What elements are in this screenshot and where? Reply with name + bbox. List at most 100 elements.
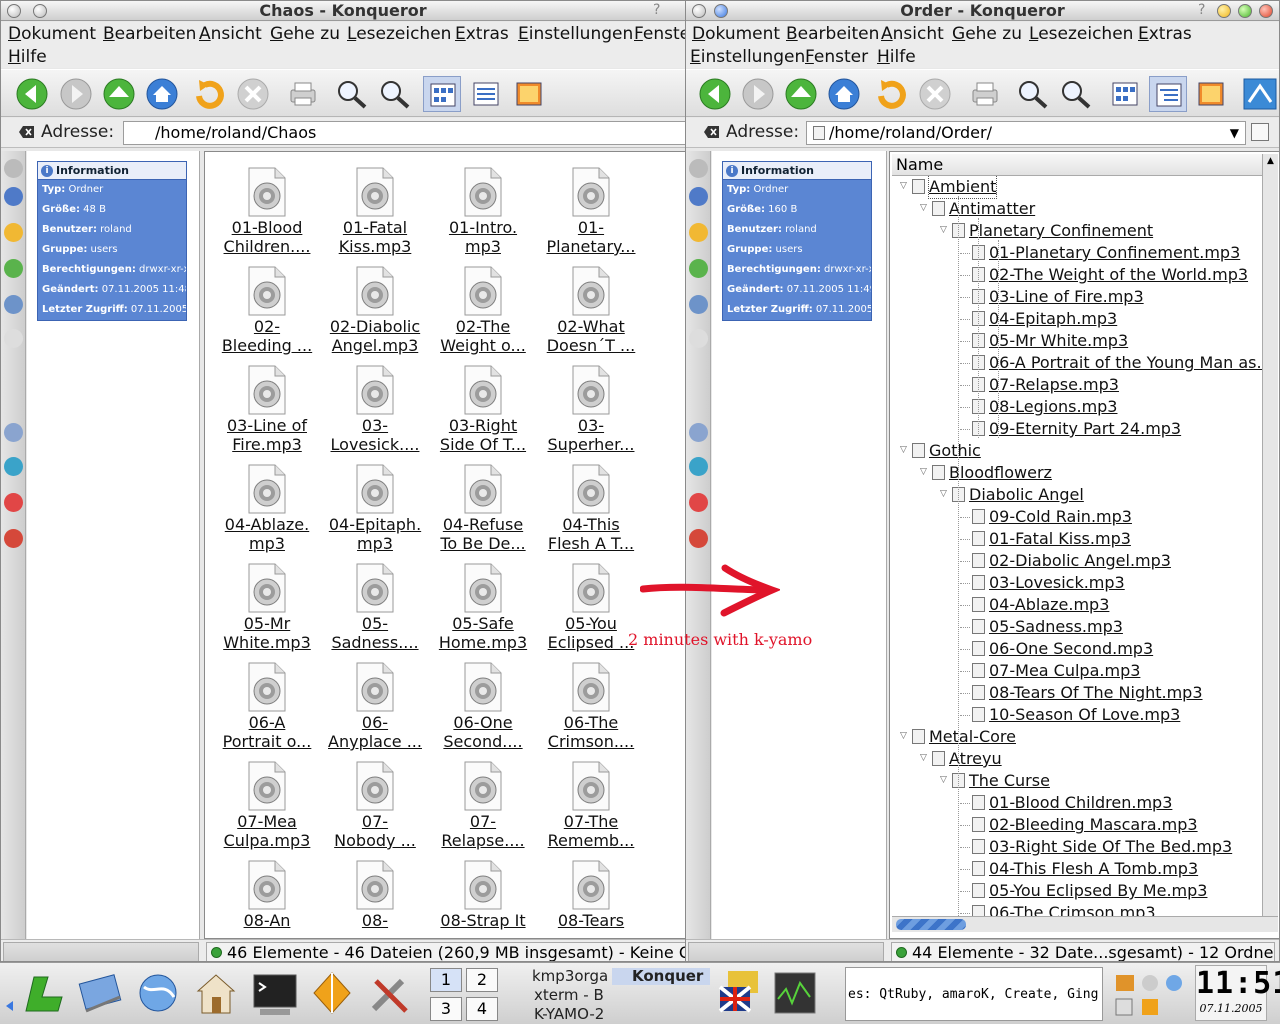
tree-expander-icon[interactable]: ▽ xyxy=(940,775,947,785)
home-tab-icon[interactable] xyxy=(4,329,23,348)
tree-file-row[interactable]: 08-Tears Of The Night.mp3 xyxy=(989,682,1203,704)
tree-file-row[interactable]: 02-The Weight of the World.mp3 xyxy=(989,264,1248,286)
file-icon-item[interactable]: 07- Relapse.... xyxy=(431,760,535,850)
settings-tab-icon[interactable] xyxy=(4,423,23,442)
home-tab-icon[interactable] xyxy=(689,329,708,348)
clear-location-icon[interactable] xyxy=(19,125,35,139)
terminal-icon[interactable] xyxy=(250,967,300,1019)
desktop-3[interactable]: 3 xyxy=(430,997,462,1021)
maximize-button[interactable] xyxy=(1238,4,1252,18)
file-icon-item[interactable]: 02-The Weight o... xyxy=(431,265,535,355)
file-icon-item[interactable]: 02-Diabolic Angel.mp3 xyxy=(323,265,427,355)
back-button[interactable] xyxy=(13,76,51,112)
tree-file-row[interactable]: 01-Fatal Kiss.mp3 xyxy=(989,528,1131,550)
menu-fenster[interactable]: Fenster xyxy=(805,46,868,69)
preview-view-button[interactable] xyxy=(510,76,548,112)
konqueror-browser-icon[interactable] xyxy=(134,967,184,1019)
tree-file-row[interactable]: 08-Legions.mp3 xyxy=(989,396,1117,418)
scroll-up-icon[interactable]: ▲ xyxy=(1265,156,1276,170)
task-xterm[interactable]: xterm - B xyxy=(510,987,608,1004)
settings-tab-icon[interactable] xyxy=(689,423,708,442)
config-tab-icon[interactable] xyxy=(4,159,23,178)
services-tab-icon[interactable] xyxy=(4,295,23,314)
file-icon-item[interactable]: 03-Right Side Of T... xyxy=(431,364,535,454)
print-button[interactable] xyxy=(284,76,322,112)
address-dropdown-icon[interactable]: ▼ xyxy=(1230,122,1239,144)
tree-file-row[interactable]: 06-The Crimson.mp3 xyxy=(989,902,1156,916)
menu-dokument[interactable]: Dokument xyxy=(692,23,780,46)
vertical-scrollbar[interactable]: ▲ xyxy=(1262,154,1278,916)
menu-extras[interactable]: Extras xyxy=(1138,23,1192,46)
tree-view[interactable]: Name Ambient ▽ Antimatter ▽ Planetary Confin… xyxy=(889,151,1279,939)
tree-file-row[interactable]: 10-Season Of Love.mp3 xyxy=(989,704,1180,726)
tree-expander-icon[interactable]: ▽ xyxy=(940,225,947,235)
bookmarks-tab-icon[interactable] xyxy=(689,223,708,242)
task-k-yamo[interactable]: K-YAMO-2 xyxy=(510,1006,608,1023)
column-header-name[interactable]: Name xyxy=(892,154,1262,176)
tree-file-row[interactable]: 04-Epitaph.mp3 xyxy=(989,308,1117,330)
file-icon-item[interactable]: 05- Sadness.... xyxy=(323,562,427,652)
horizontal-scrollbar[interactable] xyxy=(892,916,1278,932)
clear-location-icon[interactable] xyxy=(704,125,720,139)
menu-fenster[interactable]: Fenster xyxy=(634,23,685,46)
tree-folder-row[interactable]: The Curse xyxy=(969,770,1050,792)
go-button[interactable] xyxy=(1251,123,1269,141)
file-icon-item[interactable]: 06-The Crimson.... xyxy=(539,661,643,751)
tree-file-row[interactable]: 05-Sadness.mp3 xyxy=(989,616,1123,638)
konqueror-logo-button[interactable] xyxy=(1241,76,1279,112)
up-button[interactable] xyxy=(782,76,820,112)
file-icon-item[interactable]: 07-Mea Culpa.mp3 xyxy=(215,760,319,850)
file-icon-item[interactable]: 02-What Doesn´T ... xyxy=(539,265,643,355)
tree-expander-icon[interactable]: ▽ xyxy=(940,489,947,499)
minimize-button[interactable] xyxy=(1217,4,1231,18)
system-monitor-icon[interactable] xyxy=(772,969,818,1019)
media-tab-icon[interactable] xyxy=(4,493,23,512)
file-icon-item[interactable]: 03-Line of Fire.mp3 xyxy=(215,364,319,454)
menu-einstellungen[interactable]: Einstellungen xyxy=(518,23,633,46)
title-bar[interactable]: Order - Konqueror ? xyxy=(686,1,1279,21)
desktop-icon[interactable] xyxy=(76,967,126,1019)
tree-file-row[interactable]: 04-This Flesh A Tomb.mp3 xyxy=(989,858,1198,880)
detail-view-button[interactable] xyxy=(467,76,505,112)
file-icon-item[interactable]: 06- Anyplace ... xyxy=(323,661,427,751)
tree-folder-row[interactable]: Antimatter xyxy=(949,198,1035,220)
tree-folder-row[interactable]: Bloodflowerz xyxy=(949,462,1052,484)
history-tab-icon[interactable] xyxy=(4,187,23,206)
forward-button[interactable] xyxy=(57,76,95,112)
tree-file-row[interactable]: 06-One Second.mp3 xyxy=(989,638,1153,660)
menu-hilfe[interactable]: Hilfe xyxy=(8,46,47,69)
news-ticker[interactable]: es: QtRuby, amaroK, Create, Ging xyxy=(845,967,1103,1021)
network-tab-icon[interactable] xyxy=(4,457,23,476)
desktop-1[interactable]: 1 xyxy=(430,968,462,992)
desktop-2[interactable]: 2 xyxy=(466,968,498,992)
devices-tab-icon[interactable] xyxy=(689,259,708,278)
network-tab-icon[interactable] xyxy=(689,457,708,476)
kate-editor-icon[interactable] xyxy=(308,967,358,1019)
address-input[interactable]: /home/roland/Order/ ▼ xyxy=(806,121,1246,145)
icon-view-button[interactable] xyxy=(423,76,461,112)
file-icon-item[interactable]: 02- Bleeding ... xyxy=(215,265,319,355)
menu-ansicht[interactable]: Ansicht xyxy=(199,23,262,46)
status-split-handle[interactable] xyxy=(3,942,199,961)
home-button[interactable] xyxy=(825,76,863,112)
tree-folder-row[interactable]: Diabolic Angel xyxy=(969,484,1084,506)
task-kmp3organizer[interactable]: kmp3orga xyxy=(510,968,608,985)
tree-file-row[interactable]: 03-Lovesick.mp3 xyxy=(989,572,1125,594)
back-button[interactable] xyxy=(696,76,734,112)
stop-button[interactable] xyxy=(916,76,954,112)
file-icon-item[interactable]: 05-Safe Home.mp3 xyxy=(431,562,535,652)
kde-menu-icon[interactable] xyxy=(18,967,68,1019)
status-split-handle[interactable] xyxy=(688,942,884,961)
tree-file-row[interactable]: 09-Eternity Part 24.mp3 xyxy=(989,418,1181,440)
devices-tab-icon[interactable] xyxy=(4,259,23,278)
tree-expander-icon[interactable]: ▽ xyxy=(900,181,907,191)
horizontal-scroll-thumb[interactable] xyxy=(896,919,966,930)
zoom-out-button[interactable] xyxy=(1057,76,1095,112)
panel-hide-left-icon[interactable] xyxy=(6,1001,14,1011)
tree-expander-icon[interactable]: ▽ xyxy=(920,753,927,763)
tree-expander-icon[interactable]: ▽ xyxy=(920,467,927,477)
system-tray-icons[interactable] xyxy=(1112,971,1192,1019)
task-konqueror[interactable]: Konquer xyxy=(612,968,710,985)
tree-file-row[interactable]: 03-Line of Fire.mp3 xyxy=(989,286,1144,308)
address-input[interactable]: /home/roland/Chaos xyxy=(123,121,685,145)
